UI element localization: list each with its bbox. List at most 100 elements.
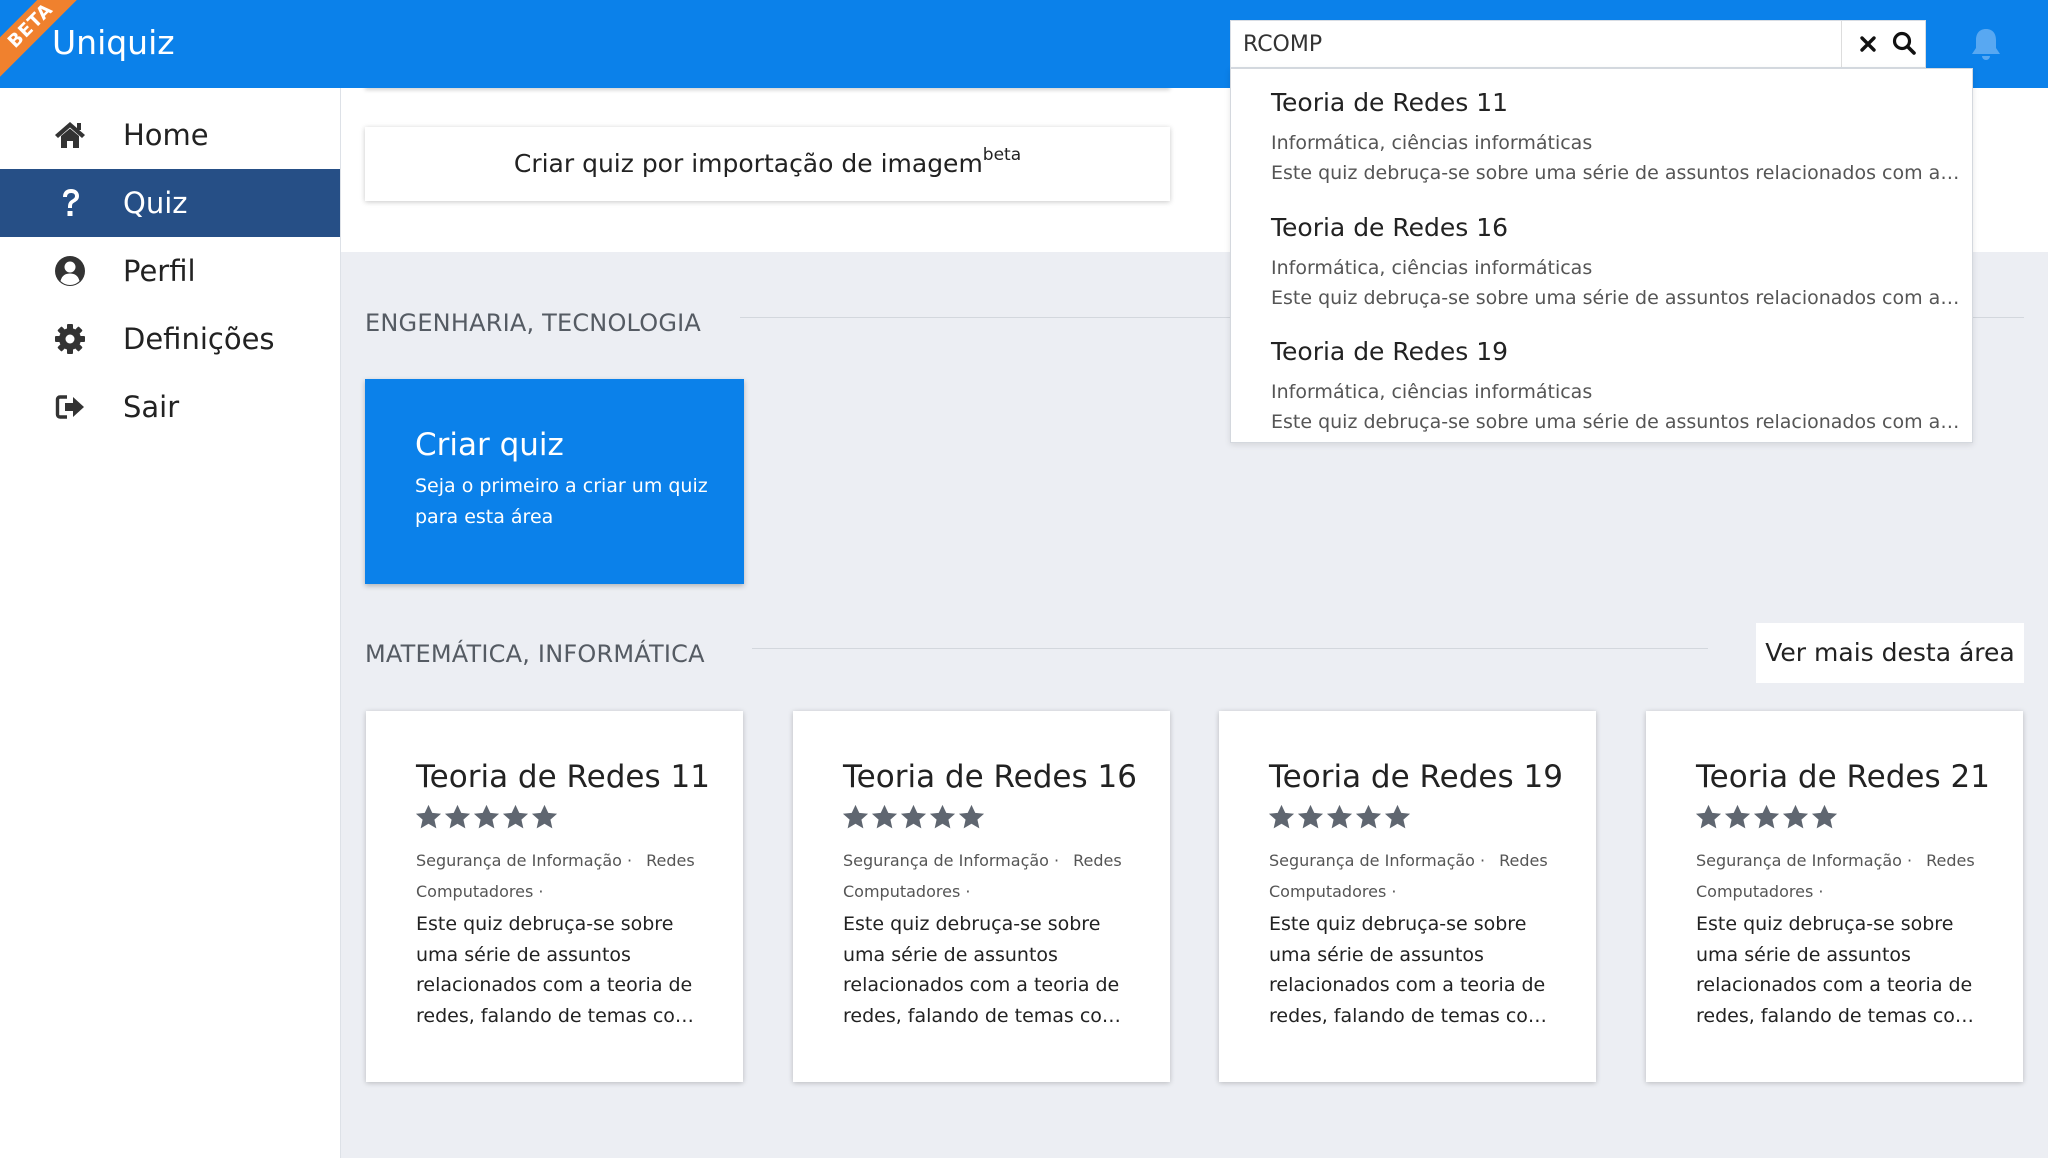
sidebar-item-label: Definições xyxy=(123,322,275,356)
gear-icon xyxy=(55,324,85,354)
quiz-card[interactable]: Teoria de Redes 21 Segurança de Informaç… xyxy=(1646,711,2023,1082)
beta-label: beta xyxy=(982,145,1022,165)
tag[interactable]: Computadores · xyxy=(416,882,543,901)
quiz-card-tags: Segurança de Informação · Redes Computador… xyxy=(1269,845,1569,907)
rating-stars xyxy=(1694,803,1839,833)
quiz-card-description: Este quiz debruça-se sobre uma série de … xyxy=(843,913,1121,1027)
star-icon xyxy=(1355,804,1382,829)
quiz-card-tags: Segurança de Informação · Redes Computador… xyxy=(843,845,1143,907)
tag[interactable]: Redes xyxy=(1926,851,1975,870)
tag[interactable]: Redes xyxy=(1073,851,1122,870)
suggestion-category: Informática, ciências informáticas xyxy=(1271,257,1593,279)
quiz-card[interactable]: Teoria de Redes 11 Segurança de Informaç… xyxy=(366,711,743,1082)
see-more-button[interactable]: Ver mais desta área xyxy=(1756,623,2024,683)
user-circle-icon xyxy=(55,256,85,286)
suggestion-item[interactable]: Teoria de Redes 16 Informática, ciências… xyxy=(1271,205,1961,325)
star-icon xyxy=(958,804,985,829)
close-icon xyxy=(1860,36,1876,52)
create-quiz-subtitle: Seja o primeiro a criar um quiz para est… xyxy=(415,475,708,528)
section-divider xyxy=(752,648,1708,649)
suggestion-title: Teoria de Redes 19 xyxy=(1271,337,1509,366)
search-input[interactable] xyxy=(1231,21,1843,67)
question-icon xyxy=(63,189,79,216)
star-icon xyxy=(473,804,500,829)
search-icon xyxy=(1892,31,1916,55)
quiz-card-title: Teoria de Redes 21 xyxy=(1696,759,1990,795)
sidebar-item-label: Perfil xyxy=(123,254,196,288)
quiz-card-tags: Segurança de Informação · Redes Computador… xyxy=(416,845,716,907)
clear-search-button[interactable] xyxy=(1849,25,1887,63)
star-icon xyxy=(1297,804,1324,829)
notifications-button[interactable] xyxy=(1966,24,2006,64)
section-title-engenharia: ENGENHARIA, TECNOLOGIA xyxy=(365,309,702,337)
tag[interactable]: Segurança de Informação · xyxy=(843,851,1059,870)
quiz-card[interactable]: Teoria de Redes 16 Segurança de Informaç… xyxy=(793,711,1170,1082)
quiz-card-tags: Segurança de Informação · Redes Computador… xyxy=(1696,845,1996,907)
search-button[interactable] xyxy=(1886,25,1924,63)
star-icon xyxy=(1695,804,1722,829)
suggestion-description: Este quiz debruça-se sobre uma série de … xyxy=(1271,411,1960,433)
home-icon xyxy=(55,122,85,148)
star-icon xyxy=(1782,804,1809,829)
star-icon xyxy=(531,804,558,829)
suggestion-category: Informática, ciências informáticas xyxy=(1271,132,1593,154)
star-icon xyxy=(1268,804,1295,829)
sidebar-item-sair[interactable]: Sair xyxy=(0,373,340,441)
app-logo[interactable]: Uniquiz xyxy=(52,20,175,66)
star-icon xyxy=(1811,804,1838,829)
quiz-card-description: Este quiz debruça-se sobre uma série de … xyxy=(1696,913,1974,1027)
sidebar-item-label: Sair xyxy=(123,390,180,424)
search-box xyxy=(1230,20,1926,68)
suggestion-description: Este quiz debruça-se sobre uma série de … xyxy=(1271,287,1960,309)
sidebar-item-perfil[interactable]: Perfil xyxy=(0,237,340,305)
suggestion-item[interactable]: Teoria de Redes 11 Informática, ciências… xyxy=(1271,80,1961,200)
import-button-label: Criar quiz por importação de imagem xyxy=(513,149,983,178)
star-icon xyxy=(1384,804,1411,829)
star-icon xyxy=(415,804,442,829)
star-icon xyxy=(1753,804,1780,829)
section-title-matematica: MATEMÁTICA, INFORMÁTICA xyxy=(365,640,705,668)
tag[interactable]: Segurança de Informação · xyxy=(416,851,632,870)
create-quiz-card[interactable]: Criar quiz Seja o primeiro a criar um qu… xyxy=(365,379,744,584)
star-icon xyxy=(444,804,471,829)
star-icon xyxy=(1326,804,1353,829)
star-icon xyxy=(1724,804,1751,829)
rating-stars xyxy=(841,803,986,833)
tag[interactable]: Redes xyxy=(1499,851,1548,870)
sign-out-icon xyxy=(55,395,84,419)
sidebar-item-quiz[interactable]: Quiz xyxy=(0,169,340,237)
star-icon xyxy=(900,804,927,829)
suggestion-description: Este quiz debruça-se sobre uma série de … xyxy=(1271,162,1960,184)
create-quiz-title: Criar quiz xyxy=(415,427,564,463)
import-image-quiz-button[interactable]: Criar quiz por importação de imagembeta xyxy=(365,127,1170,201)
star-icon xyxy=(842,804,869,829)
sidebar-item-label: Home xyxy=(123,118,209,152)
quiz-card-description: Este quiz debruça-se sobre uma série de … xyxy=(416,913,694,1027)
quiz-card-title: Teoria de Redes 16 xyxy=(843,759,1137,795)
suggestion-category: Informática, ciências informáticas xyxy=(1271,381,1593,403)
quiz-card-description: Este quiz debruça-se sobre uma série de … xyxy=(1269,913,1547,1027)
star-icon xyxy=(502,804,529,829)
sidebar: Home Quiz Perfil Definições Sair xyxy=(0,88,341,1158)
tag[interactable]: Computadores · xyxy=(1696,882,1823,901)
suggestion-item[interactable]: Teoria de Redes 19 Informática, ciências… xyxy=(1271,329,1961,449)
suggestion-title: Teoria de Redes 16 xyxy=(1271,213,1509,242)
rating-stars xyxy=(1267,803,1412,833)
tag[interactable]: Redes xyxy=(646,851,695,870)
bell-icon xyxy=(1972,29,2000,60)
star-icon xyxy=(929,804,956,829)
tag[interactable]: Segurança de Informação · xyxy=(1696,851,1912,870)
rating-stars xyxy=(414,803,559,833)
star-icon xyxy=(871,804,898,829)
tag[interactable]: Computadores · xyxy=(1269,882,1396,901)
quiz-card-title: Teoria de Redes 11 xyxy=(416,759,710,795)
tag[interactable]: Computadores · xyxy=(843,882,970,901)
search-divider xyxy=(1841,21,1842,67)
quiz-card[interactable]: Teoria de Redes 19 Segurança de Informaç… xyxy=(1219,711,1596,1082)
tag[interactable]: Segurança de Informação · xyxy=(1269,851,1485,870)
search-suggestions-dropdown: Teoria de Redes 11 Informática, ciências… xyxy=(1230,68,1973,443)
sidebar-item-definicoes[interactable]: Definições xyxy=(0,305,340,373)
quiz-card-title: Teoria de Redes 19 xyxy=(1269,759,1563,795)
suggestion-title: Teoria de Redes 11 xyxy=(1271,88,1509,117)
sidebar-item-home[interactable]: Home xyxy=(0,101,340,169)
